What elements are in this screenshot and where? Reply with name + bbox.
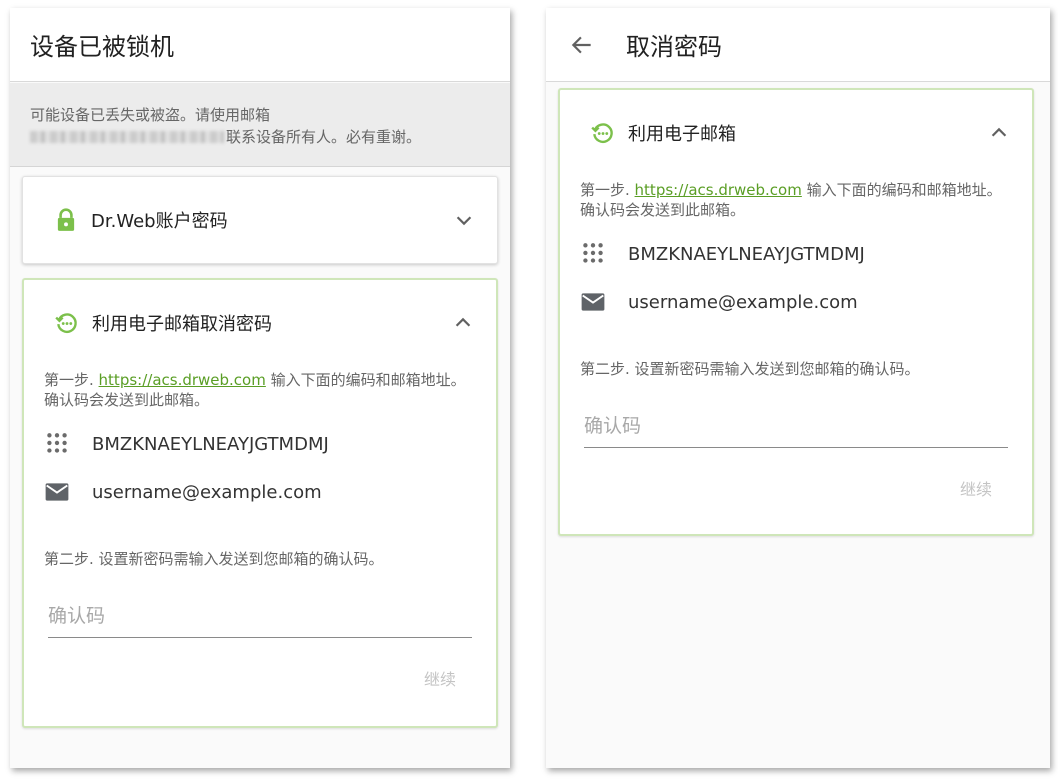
continue-button[interactable]: 继续 xyxy=(410,662,470,694)
email-unlock-card: 利用电子邮箱 第一步. https://acs.drweb.com 输入下面的编… xyxy=(558,88,1034,536)
step-one-prefix: 第一步. xyxy=(44,371,99,389)
dialpad-icon xyxy=(583,243,603,263)
email-card-title: 利用电子邮箱取消密码 xyxy=(92,314,272,335)
dialpad-icon xyxy=(47,433,67,453)
page-title: 设备已被锁机 xyxy=(30,33,174,61)
step-one-text: 第一步. https://acs.drweb.com 输入下面的编码和邮箱地址。… xyxy=(580,180,1016,220)
notice-line-2: 联系设备所有人。必有重谢。 xyxy=(30,126,490,148)
unlock-code: BMZKNAEYLNEAYJGTMDMJ xyxy=(92,433,329,455)
lock-icon xyxy=(57,208,75,231)
email-restore-icon xyxy=(55,313,77,333)
envelope-icon xyxy=(581,293,605,311)
account-card-title: Dr.Web账户密码 xyxy=(91,211,228,232)
step-one-prefix: 第一步. xyxy=(580,181,635,199)
email-address: username@example.com xyxy=(92,481,322,503)
unlock-code-row: BMZKNAEYLNEAYJGTMDMJ xyxy=(580,240,865,268)
step-two-text: 第二步. 设置新密码需输入发送到您邮箱的确认码。 xyxy=(580,360,920,378)
unlock-code-row: BMZKNAEYLNEAYJGTMDMJ xyxy=(44,430,329,458)
email-card-header[interactable]: 利用电子邮箱 xyxy=(560,104,1032,162)
confirmation-code-input[interactable] xyxy=(584,408,1008,448)
dr-web-account-card: Dr.Web账户密码 xyxy=(22,176,498,264)
step-two-text: 第二步. 设置新密码需输入发送到您邮箱的确认码。 xyxy=(44,550,384,568)
lost-device-notice: 可能设备已丢失或被盗。请使用邮箱 联系设备所有人。必有重谢。 xyxy=(10,83,510,167)
notice-line-2-text: 联系设备所有人。必有重谢。 xyxy=(226,128,422,146)
chevron-up-icon[interactable] xyxy=(452,312,474,334)
redacted-email xyxy=(30,131,224,143)
unlock-code: BMZKNAEYLNEAYJGTMDMJ xyxy=(628,243,865,265)
email-row: username@example.com xyxy=(44,478,322,506)
cancel-password-screen: 取消密码 利用电子邮箱 第一步. https://acs.drweb.com 输… xyxy=(546,8,1050,768)
page-title: 取消密码 xyxy=(626,33,722,61)
email-restore-icon xyxy=(591,123,613,143)
account-card-header[interactable]: Dr.Web账户密码 xyxy=(23,177,497,263)
drweb-link[interactable]: https://acs.drweb.com xyxy=(635,181,802,199)
continue-button[interactable]: 继续 xyxy=(946,472,1006,504)
arrow-left-icon xyxy=(571,36,591,53)
chevron-down-icon[interactable] xyxy=(453,209,475,231)
email-card-title: 利用电子邮箱 xyxy=(628,124,736,145)
app-bar: 设备已被锁机 xyxy=(10,8,510,82)
email-address: username@example.com xyxy=(628,291,858,313)
drweb-link[interactable]: https://acs.drweb.com xyxy=(99,371,266,389)
envelope-icon xyxy=(45,483,69,501)
app-bar: 取消密码 xyxy=(546,8,1050,82)
email-row: username@example.com xyxy=(580,288,858,316)
confirmation-code-input[interactable] xyxy=(48,598,472,638)
back-button[interactable] xyxy=(562,25,602,65)
email-card-header[interactable]: 利用电子邮箱取消密码 xyxy=(24,294,496,352)
chevron-up-icon[interactable] xyxy=(988,122,1010,144)
step-one-text: 第一步. https://acs.drweb.com 输入下面的编码和邮箱地址。… xyxy=(44,370,480,410)
locked-device-screen: 设备已被锁机 可能设备已丢失或被盗。请使用邮箱 联系设备所有人。必有重谢。 Dr… xyxy=(10,8,510,768)
notice-line-1: 可能设备已丢失或被盗。请使用邮箱 xyxy=(30,106,271,124)
email-unlock-card: 利用电子邮箱取消密码 第一步. https://acs.drweb.com 输入… xyxy=(22,278,498,728)
